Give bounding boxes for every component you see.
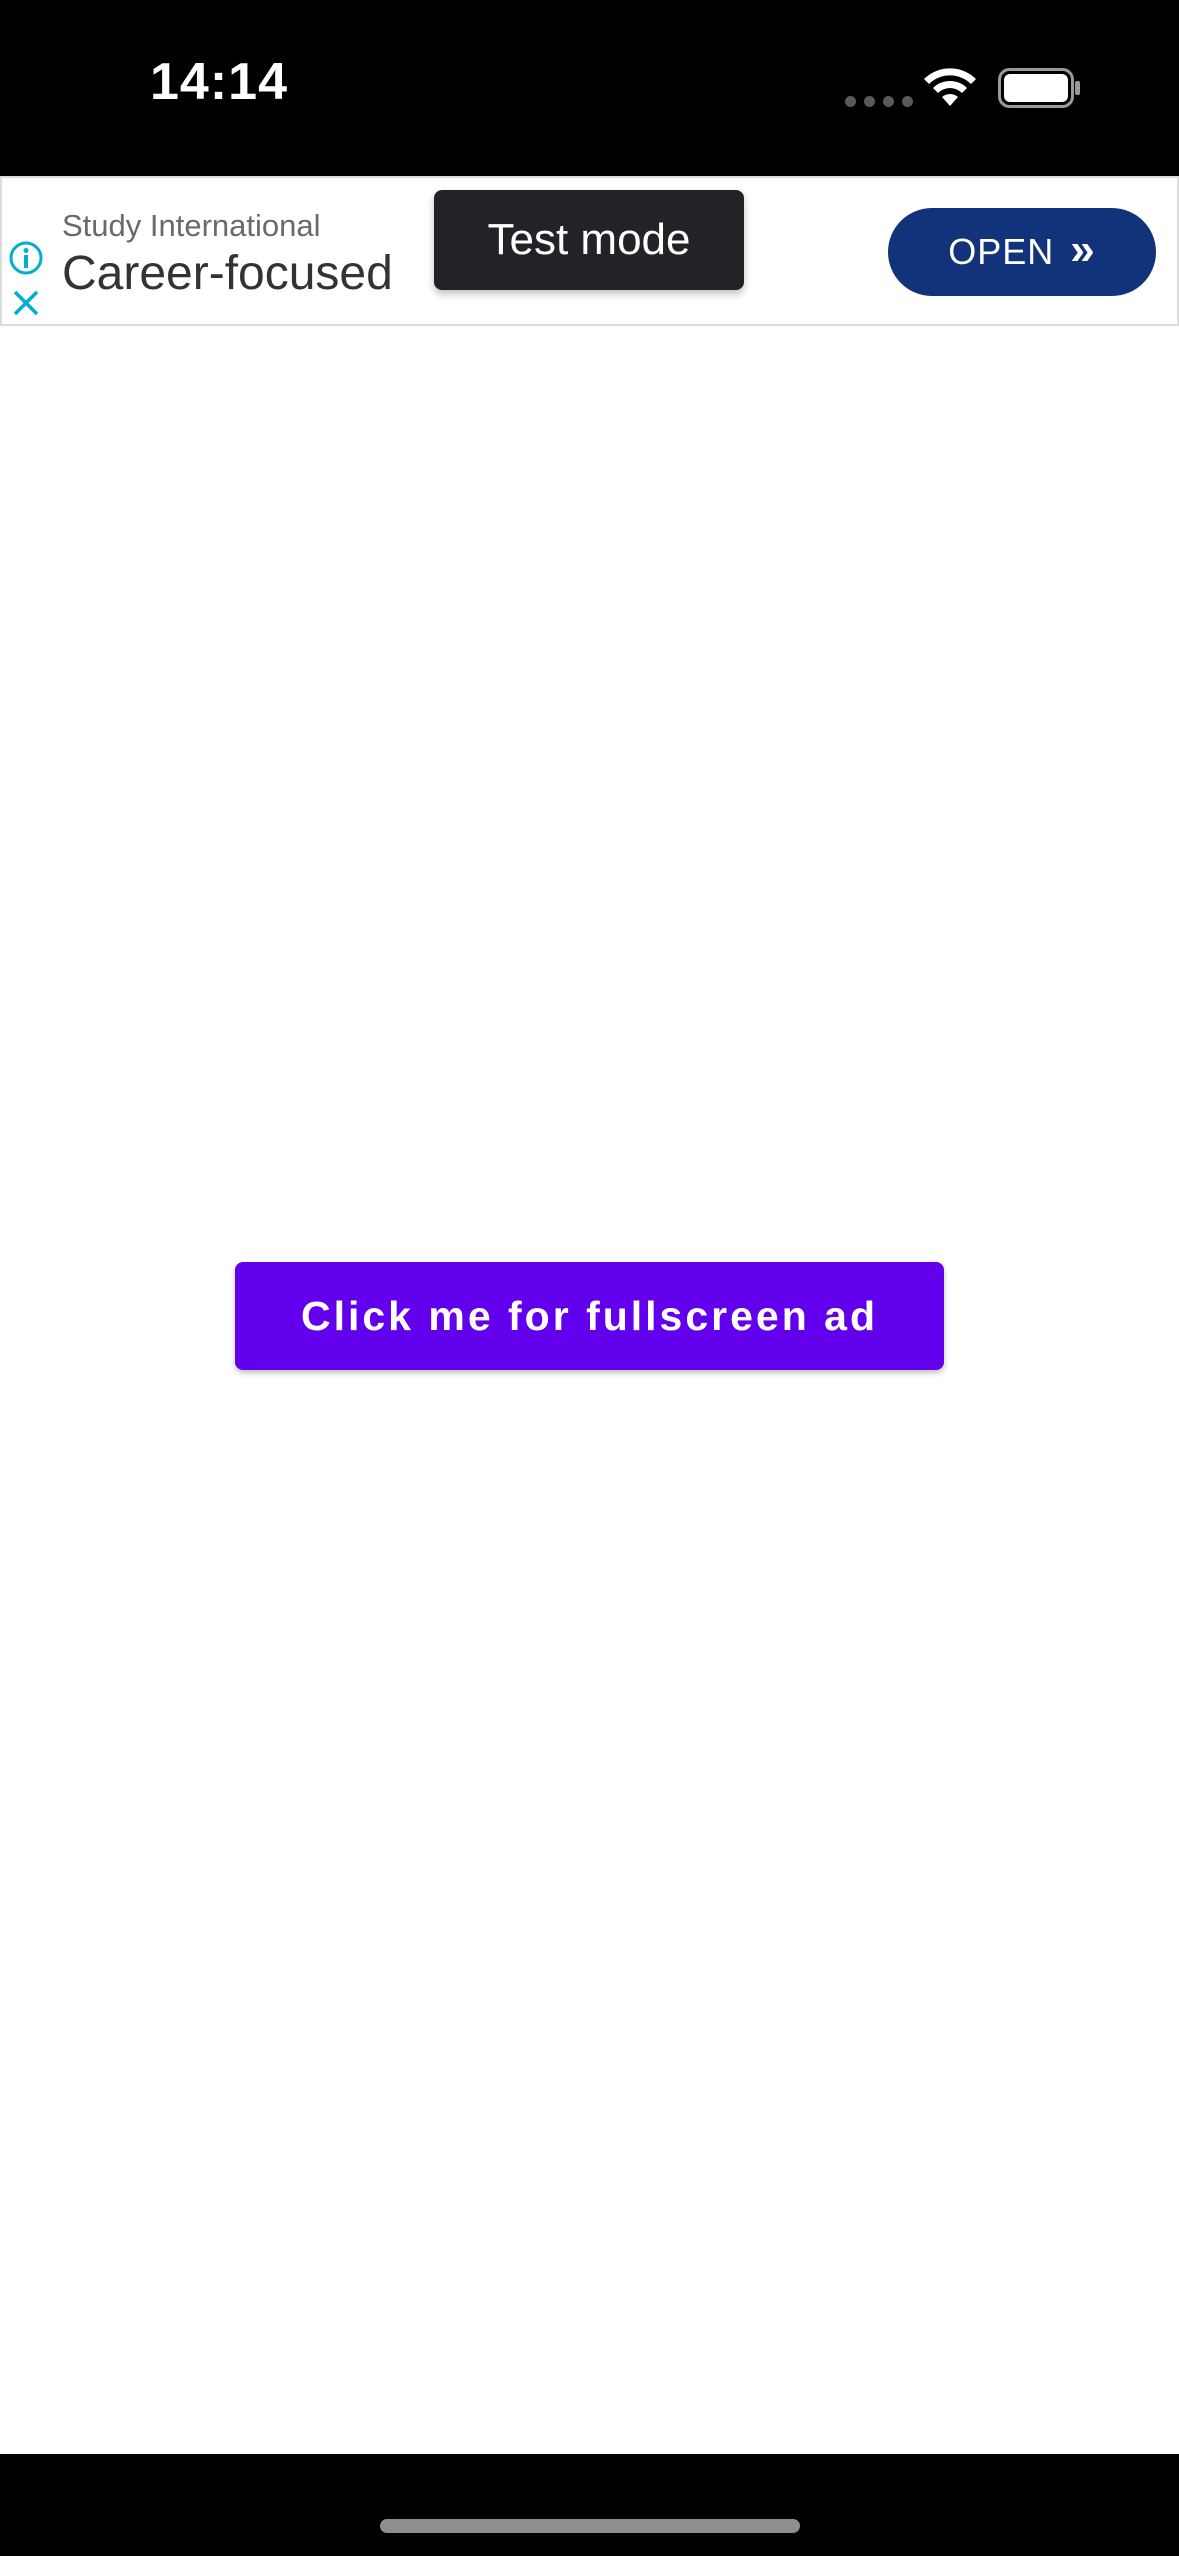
battery-icon xyxy=(998,68,1080,108)
home-indicator[interactable] xyxy=(380,2519,800,2533)
ad-headline: Career-focused xyxy=(62,247,393,300)
ad-open-label: OPEN xyxy=(948,231,1055,272)
ad-advertiser-name: Study International xyxy=(62,208,321,243)
wifi-icon xyxy=(924,68,976,106)
ad-open-button[interactable]: OPEN » xyxy=(888,208,1156,296)
double-chevron-right-icon: » xyxy=(1070,225,1096,274)
info-icon[interactable] xyxy=(8,240,44,276)
fullscreen-ad-button[interactable]: Click me for fullscreen ad xyxy=(235,1262,944,1370)
status-time: 14:14 xyxy=(150,53,288,111)
app-screen: 14:14 Study International Career-focused xyxy=(0,0,1179,2556)
test-mode-badge: Test mode xyxy=(434,190,744,290)
status-bar: 14:14 xyxy=(0,0,1179,176)
cellular-icon xyxy=(845,96,913,107)
bottom-bar xyxy=(0,2454,1179,2556)
close-icon[interactable] xyxy=(11,288,41,318)
